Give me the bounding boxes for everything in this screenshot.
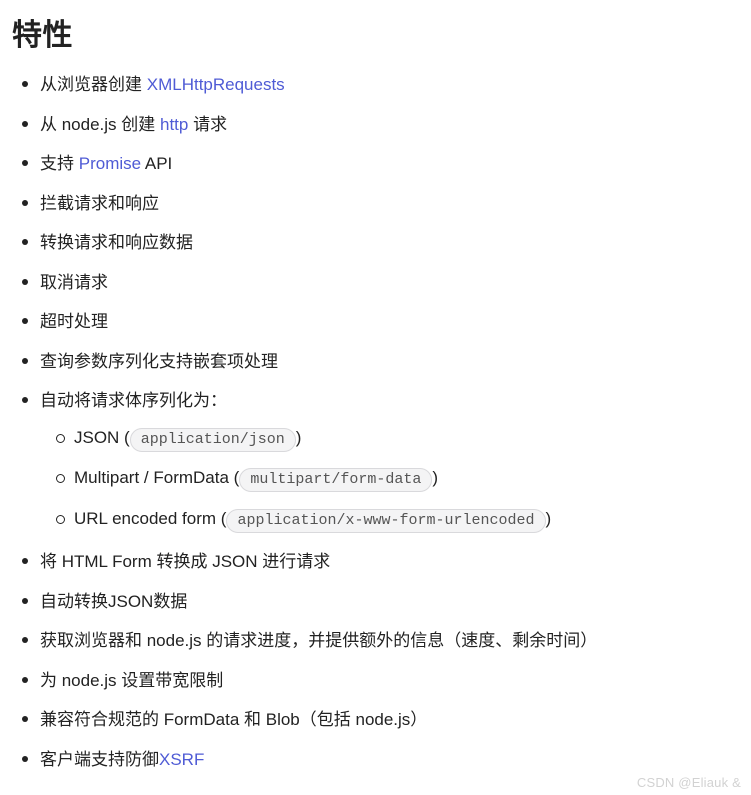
list-item-text: 获取浏览器和 node.js 的请求进度，并提供额外的信息（速度、剩余时间）: [40, 631, 597, 650]
list-item: 支持 Promise API: [40, 151, 739, 177]
doc-link[interactable]: Promise: [79, 154, 141, 173]
list-item-text: 支持: [40, 154, 79, 173]
sub-item-text: Multipart / FormData (: [74, 468, 239, 487]
list-item: 查询参数序列化支持嵌套项处理: [40, 349, 739, 375]
page-heading: 特性: [12, 10, 739, 54]
sub-list-item: URL encoded form (application/x-www-form…: [74, 503, 739, 536]
list-item: 为 node.js 设置带宽限制: [40, 668, 739, 694]
list-item-text: API: [141, 154, 172, 173]
list-item-text: 从 node.js 创建: [40, 115, 160, 134]
list-item: 兼容符合规范的 FormData 和 Blob（包括 node.js）: [40, 707, 739, 733]
list-item-text: 客户端支持防御: [40, 750, 159, 769]
doc-link[interactable]: XMLHttpRequests: [147, 75, 285, 94]
list-item-text: 请求: [188, 115, 227, 134]
list-item-text: 兼容符合规范的 FormData 和 Blob（包括 node.js）: [40, 710, 427, 729]
list-item-text: 取消请求: [40, 273, 108, 292]
list-item: 获取浏览器和 node.js 的请求进度，并提供额外的信息（速度、剩余时间）: [40, 628, 739, 654]
list-item-text: 转换请求和响应数据: [40, 233, 193, 252]
list-item-text: 从浏览器创建: [40, 75, 147, 94]
code-badge: application/x-www-form-urlencoded: [226, 509, 545, 533]
list-item-text: 自动将请求体序列化为：: [40, 391, 227, 410]
feature-list: 从浏览器创建 XMLHttpRequests 从 node.js 创建 http …: [12, 72, 739, 772]
list-item: 超时处理: [40, 309, 739, 335]
list-item-text: 为 node.js 设置带宽限制: [40, 671, 223, 690]
sub-item-text: URL encoded form (: [74, 509, 226, 528]
watermark: CSDN @Eliauk &: [637, 775, 741, 790]
list-item: 自动将请求体序列化为：JSON (application/json)Multip…: [40, 388, 739, 535]
list-item-text: 将 HTML Form 转换成 JSON 进行请求: [40, 552, 330, 571]
list-item-text: 查询参数序列化支持嵌套项处理: [40, 352, 278, 371]
sub-list-item: JSON (application/json): [74, 422, 739, 455]
code-badge: application/json: [130, 428, 296, 452]
list-item: 拦截请求和响应: [40, 191, 739, 217]
list-item-text: 拦截请求和响应: [40, 194, 159, 213]
list-item: 自动转换JSON数据: [40, 589, 739, 615]
list-item: 取消请求: [40, 270, 739, 296]
list-item-text: 自动转换JSON数据: [40, 592, 187, 611]
list-item: 从 node.js 创建 http 请求: [40, 112, 739, 138]
sub-item-text: ): [296, 428, 302, 447]
sub-list: JSON (application/json)Multipart / FormD…: [40, 422, 739, 536]
sub-list-item: Multipart / FormData (multipart/form-dat…: [74, 462, 739, 495]
code-badge: multipart/form-data: [239, 468, 432, 492]
list-item: 转换请求和响应数据: [40, 230, 739, 256]
list-item: 从浏览器创建 XMLHttpRequests: [40, 72, 739, 98]
sub-item-text: ): [546, 509, 552, 528]
sub-item-text: ): [432, 468, 438, 487]
list-item-text: 超时处理: [40, 312, 108, 331]
doc-link[interactable]: XSRF: [159, 750, 204, 769]
doc-link[interactable]: http: [160, 115, 188, 134]
sub-item-text: JSON (: [74, 428, 130, 447]
list-item: 将 HTML Form 转换成 JSON 进行请求: [40, 549, 739, 575]
list-item: 客户端支持防御XSRF: [40, 747, 739, 773]
